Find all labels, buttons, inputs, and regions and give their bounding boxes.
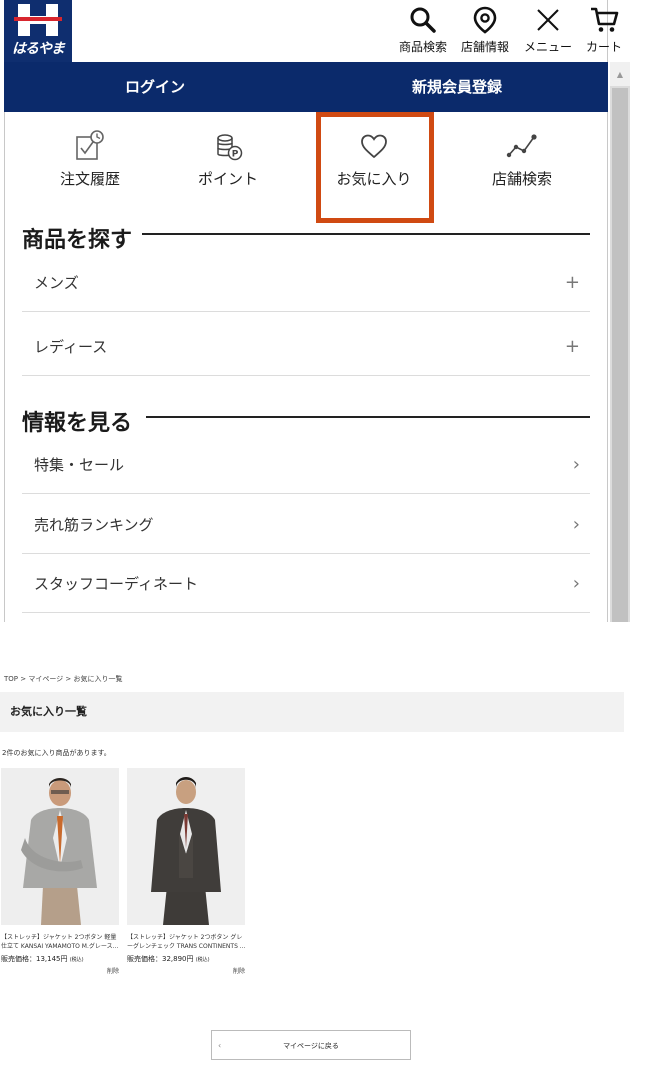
points-icon: P xyxy=(217,134,243,161)
favorites-header: お気に入り一覧 xyxy=(0,692,624,732)
price-value: 32,890円 xyxy=(162,955,194,963)
chevron-right-icon: › xyxy=(572,514,580,535)
register-button[interactable]: 新規会員登録 xyxy=(306,62,608,112)
back-to-mypage-label: マイページに戻る xyxy=(283,1042,339,1050)
menu-row-features-sale[interactable]: 特集・セール › xyxy=(22,436,590,494)
breadcrumb[interactable]: TOP > マイページ > お気に入り一覧 xyxy=(4,674,123,684)
cart-button[interactable]: カート xyxy=(574,4,634,58)
menu-row-label: 売れ筋ランキング xyxy=(34,516,154,534)
svg-text:P: P xyxy=(232,150,239,160)
store-search-label: 店舗検索 xyxy=(491,170,552,188)
order-history-icon xyxy=(76,130,104,160)
quick-link-store-search[interactable]: 店舗検索 xyxy=(462,128,582,198)
scroll-up-arrow[interactable]: ▲ xyxy=(610,62,630,86)
menu-row-label: メンズ xyxy=(34,274,79,292)
order-history-label: 注文履歴 xyxy=(59,170,120,188)
logo-text: はるやま xyxy=(12,41,65,57)
product-search-label: 商品検索 xyxy=(398,40,447,54)
login-button[interactable]: ログイン xyxy=(4,62,306,112)
product-search-button[interactable]: 商品検索 xyxy=(393,4,453,58)
cart-label: カート xyxy=(585,40,622,54)
chevron-right-icon: › xyxy=(572,573,580,594)
favorites-highlight-box xyxy=(316,112,434,223)
menu-row-label: 特集・セール xyxy=(34,456,125,474)
plus-icon: + xyxy=(564,272,580,293)
store-info-button[interactable]: 店舗情報 xyxy=(455,4,515,58)
product-image[interactable] xyxy=(1,768,119,925)
menu-row-staff-coordinate[interactable]: スタッフコーディネート › xyxy=(22,555,590,613)
menu-row-ranking[interactable]: 売れ筋ランキング › xyxy=(22,496,590,554)
menu-row-label: レディース xyxy=(34,338,108,356)
store-info-label: 店舗情報 xyxy=(460,40,509,54)
info-section-rule xyxy=(146,416,590,418)
favorite-product-card[interactable]: 【ストレッチ】ジャケット 2つボタン 軽量 仕立て KANSAI YAMAMOT… xyxy=(1,768,119,975)
menu-label: メニュー xyxy=(523,40,572,54)
account-nav-bar: ログイン 新規会員登録 xyxy=(4,62,608,112)
store-search-icon xyxy=(506,134,537,158)
quick-link-order-history[interactable]: 注文履歴 xyxy=(30,128,150,198)
chevron-right-icon: › xyxy=(572,454,580,475)
menu-row-ladies[interactable]: レディース + xyxy=(22,318,590,376)
product-price: 販売価格：13,145円 (税込) xyxy=(1,954,119,964)
menu-close-button[interactable]: メニュー xyxy=(518,4,578,58)
tax-label: (税込) xyxy=(195,957,210,963)
product-image[interactable] xyxy=(127,768,245,925)
back-to-mypage-button[interactable]: ‹ マイページに戻る xyxy=(211,1030,411,1060)
product-price: 販売価格：32,890円 (税込) xyxy=(127,954,245,964)
haruyama-logo[interactable]: はるやま xyxy=(4,0,72,62)
delete-button[interactable]: 削除 xyxy=(127,966,245,975)
menu-row-label: スタッフコーディネート xyxy=(34,575,198,593)
points-label: ポイント xyxy=(197,170,258,188)
plus-icon: + xyxy=(564,336,580,357)
product-title[interactable]: ーグレンチェック TRANS CONTINENTS ... xyxy=(127,942,245,951)
logo-h-mark-icon xyxy=(14,4,62,36)
products-section-rule xyxy=(140,233,590,235)
close-icon xyxy=(537,9,559,31)
menu-row-mens[interactable]: メンズ + xyxy=(22,254,590,312)
delete-button[interactable]: 削除 xyxy=(1,966,119,975)
product-title[interactable]: 【ストレッチ】ジャケット 2つボタン 軽量 xyxy=(1,933,119,942)
favorite-product-card[interactable]: 【ストレッチ】ジャケット 2つボタン グレ ーグレンチェック TRANS CON… xyxy=(127,768,245,975)
product-title[interactable]: 仕立て KANSAI YAMAMOTO M.グレース... xyxy=(1,942,119,951)
tax-label: (税込) xyxy=(69,957,84,963)
scrollbar-thumb[interactable] xyxy=(612,88,628,622)
price-value: 13,145円 xyxy=(36,955,68,963)
products-section-title: 商品を探す xyxy=(22,222,143,254)
price-label: 販売価格： xyxy=(1,955,36,963)
product-title[interactable]: 【ストレッチ】ジャケット 2つボタン グレ xyxy=(127,933,245,942)
cart-icon xyxy=(591,7,619,32)
price-label: 販売価格： xyxy=(127,955,162,963)
page-title: お気に入り一覧 xyxy=(10,705,87,718)
product-photo-grey-jacket xyxy=(1,768,119,925)
info-section-title: 情報を見る xyxy=(22,405,143,437)
quick-link-points[interactable]: P ポイント xyxy=(168,128,288,198)
search-icon xyxy=(410,7,436,33)
favorites-count-text: 2件のお気に入り商品があります。 xyxy=(2,749,111,757)
product-photo-dark-suit xyxy=(127,768,245,925)
map-pin-icon xyxy=(473,6,497,34)
